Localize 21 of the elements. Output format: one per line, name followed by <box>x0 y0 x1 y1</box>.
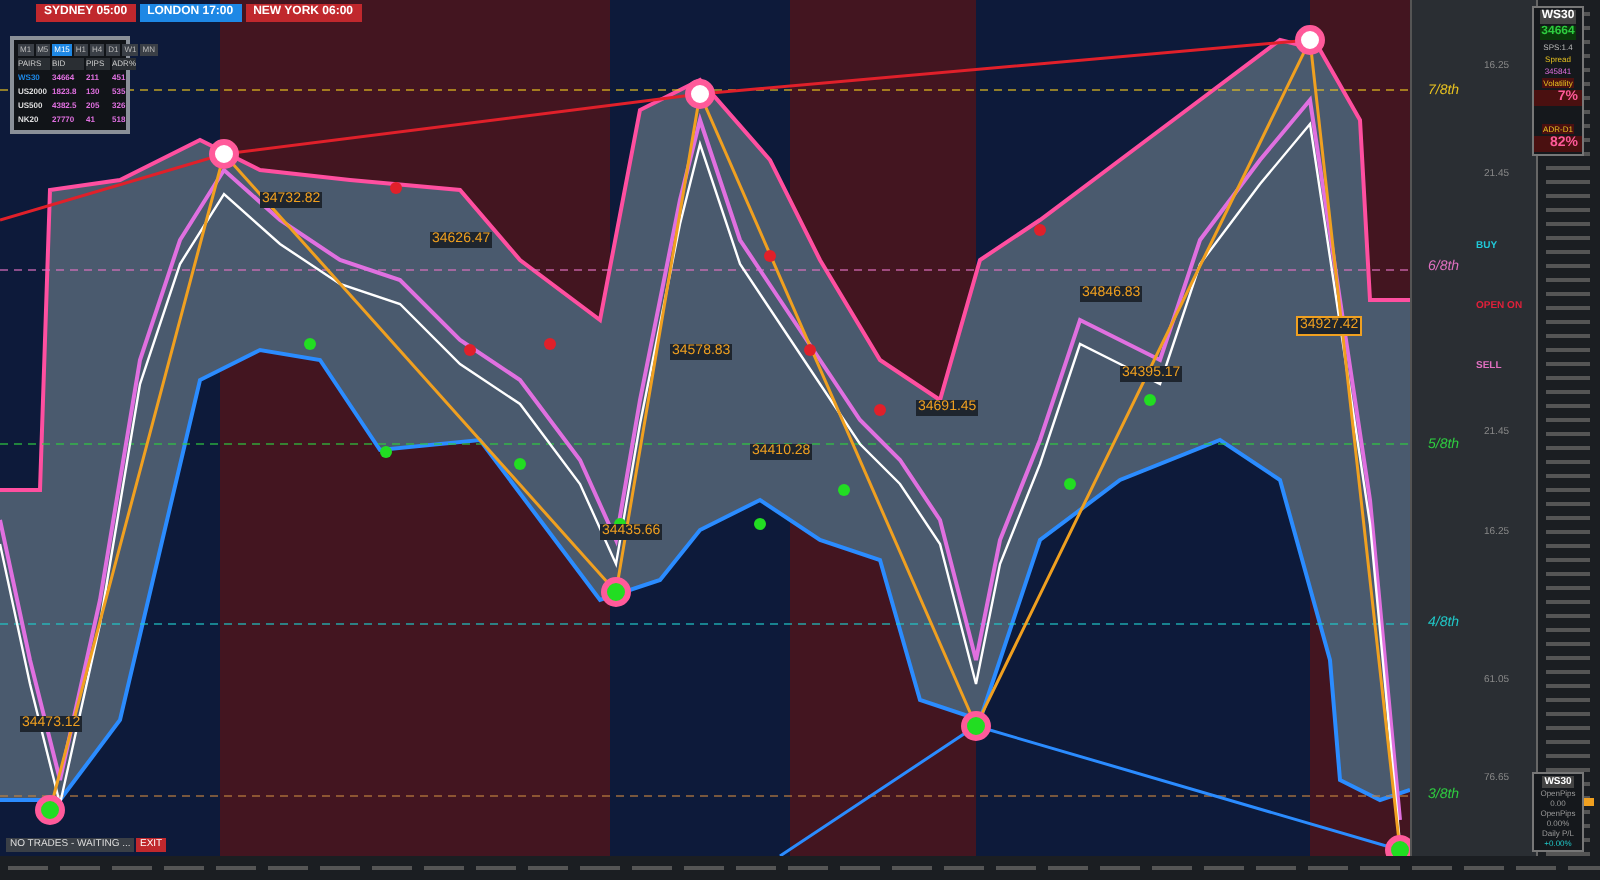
signal-dot <box>804 344 816 356</box>
signal-dot <box>1064 478 1076 490</box>
pivot-marker <box>601 577 631 607</box>
signal-dot <box>390 182 402 194</box>
signal-dot <box>838 484 850 496</box>
pivot-marker <box>1385 835 1410 856</box>
signal-dot <box>754 518 766 530</box>
signal-dot <box>304 338 316 350</box>
pivot-marker <box>961 711 991 741</box>
pivot-marker <box>209 139 239 169</box>
signal-dot <box>874 404 886 416</box>
signal-dot <box>514 458 526 470</box>
signal-dot <box>764 250 776 262</box>
signal-dot <box>544 338 556 350</box>
pivot-marker <box>685 79 715 109</box>
signal-dot <box>464 344 476 356</box>
signal-dot <box>1034 224 1046 236</box>
pivot-marker <box>1295 25 1325 55</box>
pivot-marker <box>35 795 65 825</box>
signal-dot <box>380 446 392 458</box>
signal-dot <box>1144 394 1156 406</box>
